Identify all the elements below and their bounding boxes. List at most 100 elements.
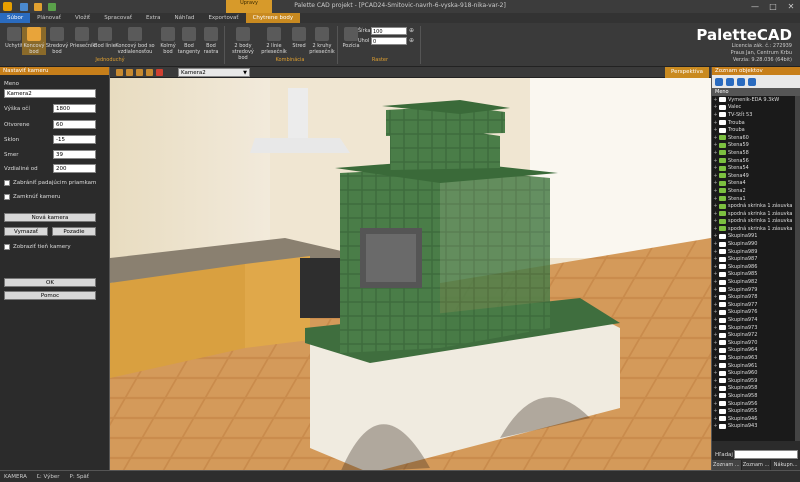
object-tree[interactable]: + Vymenik-EDA 9.3kW + Valec + TV-Stĺt 53 + Trou… <box>712 96 800 441</box>
expand-icon[interactable]: + <box>712 325 719 331</box>
tree-item[interactable]: + Skupina990 <box>712 240 800 248</box>
tab-file[interactable]: Súbor <box>0 13 31 23</box>
expand-icon[interactable]: + <box>712 188 719 194</box>
tree-item[interactable]: + Trouba <box>712 119 800 127</box>
expand-icon[interactable]: + <box>712 355 719 361</box>
tree-item[interactable]: + spodná skrinka 1 zásuvka <box>712 225 800 233</box>
bod-rastra-button[interactable]: Bod rastra <box>199 27 223 55</box>
expand-icon[interactable]: + <box>712 241 719 247</box>
camera-select[interactable]: Kamera2 ▼ <box>178 68 250 77</box>
expand-icon[interactable]: + <box>712 408 719 414</box>
tree-item[interactable]: + Skupina973 <box>712 324 800 332</box>
tree-item[interactable]: + Stena56 <box>712 157 800 165</box>
tree-item[interactable]: + Stena2 <box>712 187 800 195</box>
tab-zoznam-2[interactable]: Zoznam ... <box>742 460 772 470</box>
tree-item[interactable]: + Skupina956 <box>712 400 800 408</box>
tree-item[interactable]: + Skupina960 <box>712 369 800 377</box>
3d-viewport[interactable]: Kamera2 ▼ Perspektíva <box>110 67 711 470</box>
vzdialenost-input[interactable]: 200 <box>53 164 96 173</box>
tree-item[interactable]: + spodná skrinka 1 zásuvka <box>712 218 800 226</box>
tree-item[interactable]: + Skupina982 <box>712 278 800 286</box>
orbit-icon[interactable] <box>146 69 153 76</box>
crosshair-icon[interactable]: ⊕ <box>409 37 414 44</box>
expand-icon[interactable]: + <box>712 378 719 384</box>
smer-input[interactable]: 39 <box>53 150 96 159</box>
crosshair-icon[interactable]: ⊕ <box>409 27 414 34</box>
tree-item[interactable]: + Skupina985 <box>712 271 800 279</box>
expand-icon[interactable]: + <box>712 340 719 346</box>
tree-item[interactable]: + Skupina989 <box>712 248 800 256</box>
expand-icon[interactable]: + <box>712 264 719 270</box>
tree-item[interactable]: + Skupina986 <box>712 263 800 271</box>
expand-icon[interactable]: + <box>712 401 719 407</box>
checkbox-box[interactable] <box>4 180 10 186</box>
sklon-input[interactable]: -15 <box>53 135 96 144</box>
redo-icon[interactable] <box>48 2 56 11</box>
uhol-input[interactable]: 0 <box>371 37 407 45</box>
expand-icon[interactable]: + <box>712 279 719 285</box>
visibility-icon[interactable] <box>726 77 734 86</box>
expand-icon[interactable]: + <box>712 271 719 277</box>
tree-item[interactable]: + Skupina977 <box>712 301 800 309</box>
expand-icon[interactable]: + <box>712 97 719 103</box>
zoom-icon[interactable] <box>126 69 133 76</box>
zobrazit-tien-checkbox[interactable]: Zobraziť tieň kamery <box>4 244 71 250</box>
bod-tangenty-button[interactable]: Bod tangenty <box>177 27 201 55</box>
expand-icon[interactable]: + <box>712 294 719 300</box>
expand-icon[interactable]: + <box>712 104 719 110</box>
tree-item[interactable]: + Skupina959 <box>712 377 800 385</box>
tree-item[interactable]: + Stena60 <box>712 134 800 142</box>
tree-item[interactable]: + Stena1 <box>712 195 800 203</box>
filter-icon[interactable] <box>715 77 723 86</box>
tree-scrollbar[interactable] <box>795 96 800 441</box>
zamknut-kameru-checkbox[interactable]: Zamknúť kameru <box>4 194 61 200</box>
expand-icon[interactable]: + <box>712 370 719 376</box>
tree-item[interactable]: + spodná skrinka 1 zásuvka <box>712 210 800 218</box>
tree-item[interactable]: + Skupina972 <box>712 331 800 339</box>
bod-linie-button[interactable]: Bod línie <box>93 27 117 49</box>
expand-icon[interactable]: + <box>712 233 719 239</box>
expand-icon[interactable]: + <box>712 150 719 156</box>
ok-button[interactable]: OK <box>4 278 96 287</box>
expand-icon[interactable]: + <box>712 423 719 429</box>
tree-item[interactable]: + Stena49 <box>712 172 800 180</box>
expand-icon[interactable]: + <box>712 180 719 186</box>
vyska-oci-input[interactable]: 1800 <box>53 104 96 113</box>
tab-planovat[interactable]: Plánovať <box>30 13 68 23</box>
priesecnik-button[interactable]: Priesečník <box>70 27 95 49</box>
tree-item[interactable]: + Skupina976 <box>712 309 800 317</box>
expand-icon[interactable]: + <box>712 416 719 422</box>
tree-item[interactable]: + Skupina970 <box>712 339 800 347</box>
tab-spracovat[interactable]: Spracovať <box>97 13 139 23</box>
stredovy-bod-button[interactable]: Stredový bod <box>45 27 69 55</box>
projection-mode[interactable]: Perspektíva <box>664 67 709 78</box>
save-icon[interactable] <box>20 2 28 11</box>
sirka-input[interactable]: 100 <box>371 27 407 35</box>
expand-icon[interactable]: + <box>712 142 719 148</box>
close-button[interactable]: ✕ <box>782 0 800 13</box>
tree-item[interactable]: + Stena54 <box>712 164 800 172</box>
expand-icon[interactable]: + <box>712 393 719 399</box>
tree-item[interactable]: + TV-Stĺt 53 <box>712 111 800 119</box>
koncovy-bod-vzdialenost-button[interactable]: Koncový bod so vzdialenosťou <box>115 27 155 55</box>
search-input[interactable] <box>734 450 798 459</box>
expand-icon[interactable]: + <box>712 256 719 262</box>
expand-icon[interactable]: + <box>712 249 719 255</box>
undo-icon[interactable] <box>34 2 42 11</box>
pan-icon[interactable] <box>136 69 143 76</box>
meno-input[interactable]: Kamera2 <box>4 89 96 98</box>
checkbox-box[interactable] <box>4 194 10 200</box>
expand-icon[interactable]: + <box>712 363 719 369</box>
dva-body-button[interactable]: 2 body stredový bod <box>228 27 258 61</box>
expand-icon[interactable]: + <box>712 158 719 164</box>
pozadie-button[interactable]: Pozadie <box>52 227 96 236</box>
tree-item[interactable]: + Skupina991 <box>712 233 800 241</box>
expand-icon[interactable]: + <box>712 211 719 217</box>
tree-item[interactable]: + Skupina958 <box>712 385 800 393</box>
tree-item[interactable]: + Skupina987 <box>712 255 800 263</box>
otvorene-input[interactable]: 60 <box>53 120 96 129</box>
tab-exportovat[interactable]: Exportovať <box>201 13 245 23</box>
expand-icon[interactable]: + <box>712 317 719 323</box>
tab-chytrene-body[interactable]: Chytrene body <box>245 13 301 23</box>
tree-item[interactable]: + Skupina963 <box>712 354 800 362</box>
